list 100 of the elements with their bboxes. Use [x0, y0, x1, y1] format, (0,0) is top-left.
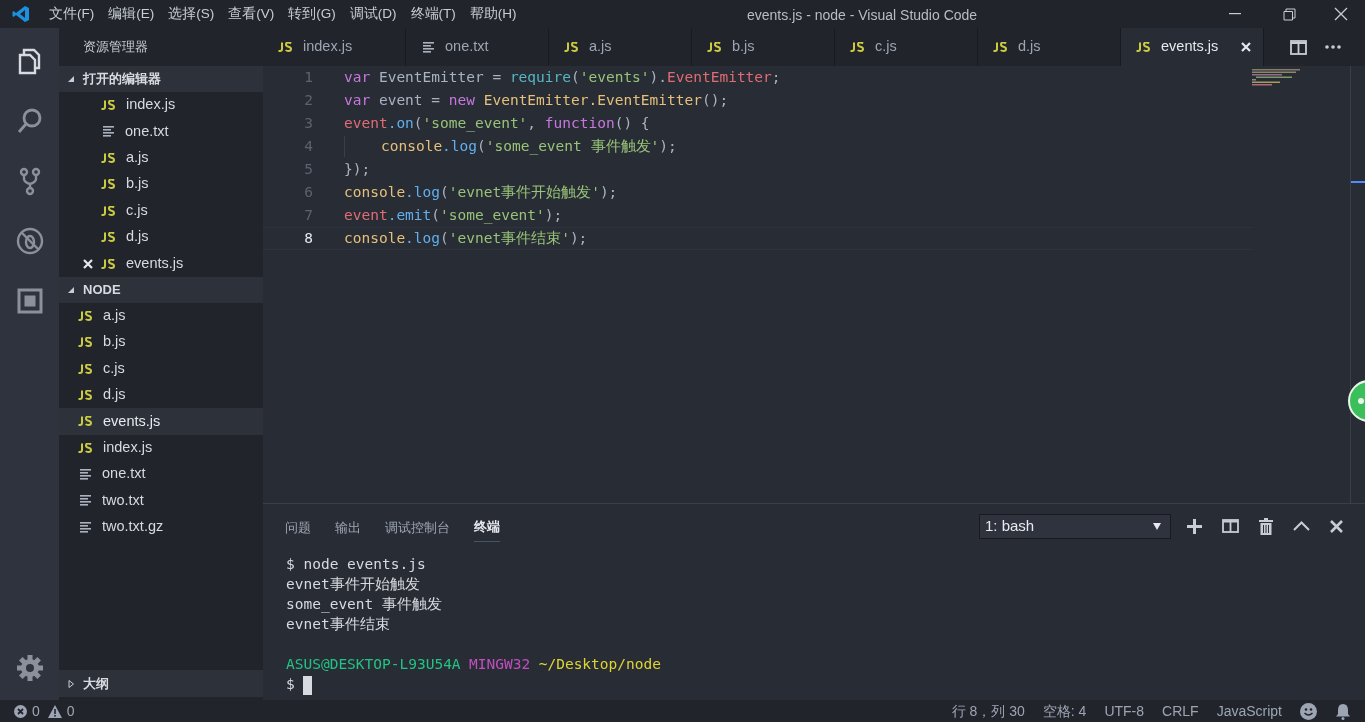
file-item[interactable]: index.js	[59, 92, 263, 119]
js-file-icon	[993, 42, 1010, 52]
status-item[interactable]: UTF-8	[1104, 700, 1145, 722]
line-number: 6	[303, 182, 313, 202]
js-file-icon	[101, 100, 118, 111]
menu-item[interactable]: 查看(V)	[221, 0, 282, 28]
file-item[interactable]: two.txt.gz	[59, 513, 263, 541]
js-file-icon	[78, 390, 95, 401]
split-terminal-icon[interactable]	[1222, 519, 1239, 533]
js-file-icon	[101, 152, 118, 163]
code-line: var event = new EventEmitter.EventEmitter();	[344, 90, 729, 110]
file-item[interactable]: a.js	[59, 144, 263, 172]
panel-tab[interactable]: 调试控制台	[385, 513, 450, 542]
trash-icon[interactable]	[1259, 517, 1273, 535]
status-item[interactable]: 行 8，列 30	[951, 700, 1025, 722]
section-header[interactable]: 大纲	[59, 670, 263, 697]
sidebar-title: 资源管理器	[83, 38, 148, 57]
restore-icon	[1283, 7, 1296, 21]
js-file-icon	[101, 179, 118, 190]
editor-tab[interactable]: index.js	[263, 28, 406, 66]
menu-item[interactable]: 调试(D)	[342, 0, 404, 28]
terminal-text: evnet事件结束	[286, 615, 390, 635]
close-icon[interactable]	[1330, 519, 1343, 533]
file-item[interactable]: b.js	[59, 171, 263, 198]
menu-item[interactable]: 终端(T)	[403, 0, 463, 28]
bell-icon[interactable]	[1335, 702, 1351, 720]
code-line: });	[344, 159, 371, 179]
file-item[interactable]: events.js	[59, 250, 263, 277]
add-icon[interactable]	[1187, 518, 1202, 534]
code-line: event.on('some_event', function() {	[344, 113, 650, 134]
code-line: console.log('evnet事件开始触发');	[344, 182, 618, 202]
menu-item[interactable]: 编辑(E)	[101, 0, 162, 28]
js-file-icon	[78, 337, 95, 348]
terminal-select[interactable]: 1: bash	[979, 513, 1171, 539]
editor-tab[interactable]: c.js	[835, 28, 978, 66]
collapsed-icon	[67, 679, 75, 688]
file-item[interactable]: one.txt	[59, 461, 263, 488]
line-number: 2	[303, 90, 313, 110]
debug-icon[interactable]	[14, 226, 45, 256]
file-item[interactable]: one.txt	[59, 118, 263, 145]
status-item[interactable]: 空格: 4	[1042, 700, 1087, 722]
file-item[interactable]: b.js	[59, 329, 263, 356]
menu-item[interactable]: 帮助(H)	[462, 0, 524, 28]
file-item[interactable]: events.js	[59, 408, 263, 435]
window-title: events.js - node - Visual Studio Code	[747, 6, 978, 25]
close-icon[interactable]	[1241, 42, 1251, 52]
editor-tab[interactable]: one.txt	[406, 28, 549, 66]
line-number: 4	[303, 136, 313, 156]
close-icon[interactable]	[83, 258, 93, 269]
line-number: 1	[303, 67, 313, 87]
chevron-up-icon[interactable]	[1293, 521, 1310, 531]
split-editor-icon[interactable]	[1290, 39, 1307, 55]
terminal-text: evnet事件开始触发	[286, 575, 420, 595]
more-icon[interactable]	[1325, 45, 1341, 49]
smiley-icon[interactable]	[1300, 702, 1317, 720]
floating-widget-icon[interactable]	[1347, 379, 1365, 423]
menu-item[interactable]: 选择(S)	[161, 0, 222, 28]
warning-count[interactable]: 0	[66, 700, 75, 722]
js-file-icon	[1136, 42, 1153, 52]
terminal-text: $	[286, 675, 295, 695]
file-item[interactable]: a.js	[59, 302, 263, 330]
js-file-icon	[78, 442, 95, 453]
status-item[interactable]: JavaScript	[1216, 700, 1282, 722]
line-number: 3	[303, 113, 313, 133]
file-item[interactable]: d.js	[59, 223, 263, 251]
status-item[interactable]: CRLF	[1162, 700, 1199, 722]
js-file-icon	[707, 42, 724, 52]
close-icon	[1334, 7, 1348, 21]
error-count[interactable]: 0	[32, 700, 40, 722]
panel-tab[interactable]: 问题	[285, 513, 311, 542]
editor-tab[interactable]: a.js	[549, 28, 692, 66]
section-header[interactable]: NODE	[59, 276, 263, 303]
settings-icon[interactable]	[15, 654, 44, 682]
file-item[interactable]: two.txt	[59, 487, 263, 514]
js-file-icon	[78, 416, 95, 427]
js-file-icon	[101, 232, 118, 243]
file-item[interactable]: index.js	[59, 434, 263, 462]
section-header[interactable]: 打开的编辑器	[59, 66, 263, 92]
editor-tab[interactable]: events.js	[1121, 28, 1264, 66]
editor-tab[interactable]: b.js	[692, 28, 835, 66]
code-line: console.log('evnet事件结束');	[344, 228, 588, 248]
file-item[interactable]: d.js	[59, 381, 263, 409]
minimize-icon	[1228, 13, 1241, 15]
line-number: 7	[303, 205, 313, 225]
line-number: 5	[303, 159, 313, 179]
text-file-icon	[423, 41, 435, 53]
error-icon	[14, 704, 27, 718]
dropdown-icon	[1153, 522, 1161, 530]
panel-tab[interactable]: 输出	[335, 513, 361, 542]
js-file-icon	[278, 42, 295, 52]
js-file-icon	[850, 42, 867, 52]
terminal-text: $ node events.js	[286, 555, 426, 575]
menu-item[interactable]: 转到(G)	[281, 0, 343, 28]
file-item[interactable]: c.js	[59, 355, 263, 382]
menu-item[interactable]: 文件(F)	[42, 0, 102, 28]
minimap-drawing	[1252, 68, 1302, 86]
js-file-icon	[78, 310, 95, 321]
js-file-icon	[101, 205, 118, 216]
file-item[interactable]: c.js	[59, 197, 263, 224]
panel-tab[interactable]: 终端	[474, 513, 500, 542]
